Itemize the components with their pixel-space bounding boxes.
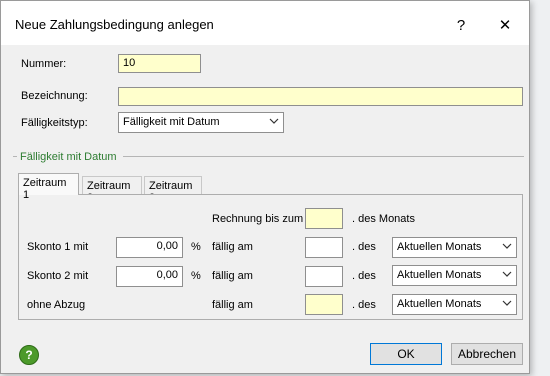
chevron-down-icon [502,269,512,282]
bezeichnung-field[interactable] [118,87,523,106]
nummer-field[interactable]: 10 [118,54,201,73]
group-title: Fälligkeit mit Datum [20,151,117,163]
skonto2-month-value: Aktuellen Monats [397,269,482,281]
ohne-abzug-des-label: . des [352,299,376,311]
skonto2-month-select[interactable]: Aktuellen Monats [392,265,517,286]
ohne-abzug-label: ohne Abzug [27,299,86,311]
skonto2-percent-field[interactable]: 0,00 [116,266,183,287]
dialog-window: Neue Zahlungsbedingung anlegen ? ✕ Numme… [0,0,530,374]
skonto1-percent-sign: % [191,241,201,253]
skonto2-label: Skonto 2 mit [27,270,89,282]
help-title-button[interactable]: ? [441,11,481,39]
chevron-down-icon [502,241,512,254]
des-monats-label: . des Monats [352,213,415,225]
ohne-abzug-month-value: Aktuellen Monats [397,298,482,310]
chevron-down-icon [502,298,512,311]
skonto2-faellig-label: fällig am [212,270,253,282]
group-line-right [123,156,524,157]
rechnung-day-field[interactable] [305,208,343,229]
skonto1-month-select[interactable]: Aktuellen Monats [392,237,517,258]
ok-button[interactable]: OK [370,343,442,365]
faelligkeitstyp-select[interactable]: Fälligkeit mit Datum [118,112,284,133]
close-button[interactable]: ✕ [485,11,525,39]
tab-zeitraum-1[interactable]: Zeitraum 1 [18,173,79,201]
cancel-button[interactable]: Abbrechen [451,343,523,365]
skonto1-des-label: . des [352,241,376,253]
faelligkeitstyp-label: Fälligkeitstyp: [21,117,88,129]
window-title: Neue Zahlungsbedingung anlegen [15,17,214,32]
ohne-abzug-month-select[interactable]: Aktuellen Monats [392,294,517,315]
bezeichnung-label: Bezeichnung: [21,90,88,102]
tab-zeitraum-2[interactable]: Zeitraum 2 [82,176,142,204]
skonto2-des-label: . des [352,270,376,282]
skonto1-day-field[interactable] [305,237,343,258]
nummer-label: Nummer: [21,58,67,70]
ohne-abzug-faellig-label: fällig am [212,299,253,311]
faelligkeitstyp-value: Fälligkeit mit Datum [123,116,220,128]
skonto2-percent-sign: % [191,270,201,282]
ohne-abzug-day-field[interactable] [305,294,343,315]
chevron-down-icon [269,116,279,129]
title-bar: Neue Zahlungsbedingung anlegen ? ✕ [1,1,529,45]
help-icon[interactable]: ? [19,345,39,365]
skonto1-faellig-label: fällig am [212,241,253,253]
skonto2-day-field[interactable] [305,266,343,287]
tab-zeitraum-3[interactable]: Zeitraum 3 [144,176,202,204]
rechnung-label: Rechnung bis zum [212,213,304,225]
skonto1-month-value: Aktuellen Monats [397,241,482,253]
skonto1-label: Skonto 1 mit [27,241,89,253]
group-line-left [13,156,17,157]
skonto1-percent-field[interactable]: 0,00 [116,237,183,258]
